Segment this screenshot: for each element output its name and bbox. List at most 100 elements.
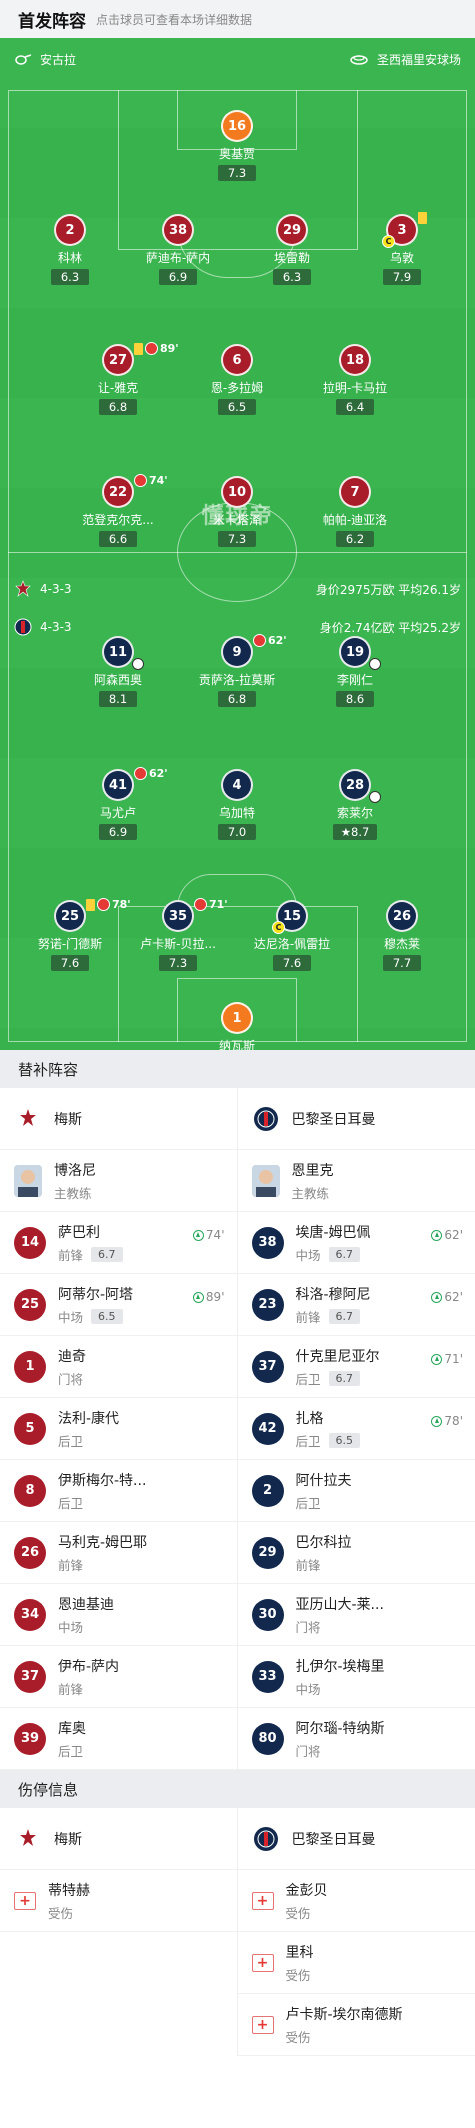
player-name: 索莱尔 (336, 806, 373, 820)
player-name: 奥基贾 (218, 147, 255, 161)
away-team-header[interactable]: 巴黎圣日耳曼 (237, 1088, 475, 1150)
injured-player-row[interactable]: + 蒂特赫 受伤 (0, 1870, 237, 1932)
sub-in-minute: 62' (431, 1290, 463, 1304)
sub-player-row[interactable]: 38 埃唐-姆巴佩 中场 6.7 62' (237, 1212, 475, 1274)
player-away-19[interactable]: 19 李刚仁 8.6 (300, 636, 410, 707)
sub-player-row[interactable]: 39 库奥 后卫 (0, 1708, 237, 1770)
sub-player-row[interactable]: 26 马利克-姆巴耶 前锋 (0, 1522, 237, 1584)
sub-jersey-number: 37 (251, 1350, 284, 1383)
sub-player-row[interactable]: 29 巴尔科拉 前锋 (237, 1522, 475, 1584)
sub-player-row[interactable]: 37 伊布-萨内 前锋 (0, 1646, 237, 1708)
home-formation: 4-3-3 (40, 582, 72, 596)
jersey-number: 27 89' (102, 342, 179, 376)
sub-jersey-number: 25 (14, 1288, 46, 1321)
team-name: 巴黎圣日耳曼 (291, 1831, 376, 1848)
sub-player-position: 后卫 6.5 (296, 1431, 361, 1450)
player-away-25[interactable]: 25 78' 努诺-门德斯 7.6 (15, 898, 131, 971)
yellow-card-icon (418, 212, 427, 224)
yellow-card-icon (86, 898, 95, 911)
yellow-card-icon (134, 342, 143, 355)
player-away-1[interactable]: 1纳瓦斯7.1 (182, 1002, 292, 1050)
sub-player-rating: 6.7 (328, 1308, 361, 1324)
player-home-38[interactable]: 38 萨迪布-萨内 6.9 (123, 214, 233, 285)
sub-player-row[interactable]: 37 什克里尼亚尔 后卫 6.7 71' (237, 1336, 475, 1398)
sub-jersey-number: 80 (251, 1722, 284, 1755)
metz-badge-icon (14, 1825, 42, 1853)
sub-player-name: 阿尔瑙-特纳斯 (295, 1720, 385, 1737)
player-home-6[interactable]: 6 恩-多拉姆 6.5 (182, 344, 292, 415)
subs-section-title: 替补阵容 (0, 1050, 475, 1088)
player-rating: 8.6 (336, 691, 374, 707)
away-coach-row[interactable]: 恩里克 主教练 (237, 1150, 475, 1212)
player-name: 米卡塔泽 (212, 513, 261, 527)
player-name: 帕帕-迪亚洛 (322, 513, 388, 527)
injured-player-row[interactable]: + 里科 受伤 (237, 1932, 475, 1994)
sub-player-row[interactable]: 23 科洛-穆阿尼 前锋 6.7 62' (237, 1274, 475, 1336)
away-team-header[interactable]: 巴黎圣日耳曼 (237, 1808, 475, 1870)
player-name: 达尼洛-佩雷拉 (253, 937, 331, 951)
sub-player-name: 迪奇 (58, 1348, 86, 1365)
player-away-28[interactable]: 28 索莱尔 ★8.7 (300, 769, 410, 840)
sub-player-row[interactable]: 42 扎格 后卫 6.5 78' (237, 1398, 475, 1460)
player-name: 阿森西奥 (93, 673, 142, 687)
jersey-number: 35 71' (162, 898, 228, 932)
sub-jersey-number: 42 (251, 1412, 284, 1445)
sub-player-name: 阿什拉夫 (295, 1472, 352, 1489)
sub-player-rating: 6.7 (91, 1246, 123, 1262)
player-rating: 7.0 (218, 824, 256, 840)
sub-player-row[interactable]: 2 阿什拉夫 后卫 (237, 1460, 475, 1522)
sub-player-row[interactable]: 5 法利-康代 后卫 (0, 1398, 237, 1460)
medical-kit-icon: + (251, 1891, 274, 1910)
coach-role: 主教练 (54, 1185, 92, 1201)
psg-badge-icon (252, 1825, 280, 1853)
sub-player-row[interactable]: 33 扎伊尔-埃梅里 中场 (237, 1646, 475, 1708)
player-home-22[interactable]: 22 74' 范登克尔克... 6.6 (63, 474, 173, 547)
player-home-18[interactable]: 18 拉明-卡马拉 6.4 (300, 344, 410, 415)
stadium-icon (350, 55, 368, 65)
sub-player-row[interactable]: 1 迪奇 门将 (0, 1336, 237, 1398)
sub-player-position: 前锋 (58, 1681, 84, 1697)
player-away-11[interactable]: 11 阿森西奥 8.1 (63, 636, 173, 707)
sub-player-row[interactable]: 25 阿蒂尔-阿塔 中场 6.5 89' (0, 1274, 237, 1336)
jersey-number: 18 (339, 344, 371, 376)
sub-player-position: 后卫 (58, 1743, 84, 1759)
player-away-35[interactable]: 35 71' 卢卡斯-贝拉... 7.3 (123, 898, 233, 971)
sub-player-row[interactable]: 34 恩迪基迪 中场 (0, 1584, 237, 1646)
sub-player-row[interactable]: 14 萨巴利 前锋 6.7 74' (0, 1212, 237, 1274)
captain-icon: C (272, 921, 285, 934)
home-coach-row[interactable]: 博洛尼 主教练 (0, 1150, 237, 1212)
player-away-41[interactable]: 41 62' 马尤卢 6.9 (63, 767, 173, 840)
home-team-header[interactable]: 梅斯 (0, 1808, 237, 1870)
injured-player-row[interactable]: + 卢卡斯-埃尔南德斯 受伤 (237, 1994, 475, 2056)
player-home-10[interactable]: 10 米卡塔泽 7.3 (182, 476, 292, 547)
player-away-15[interactable]: 15 C 达尼洛-佩雷拉 7.6 (237, 900, 347, 971)
lineup-title: 首发阵容 (18, 11, 86, 32)
player-name: 拉明-卡马拉 (322, 381, 388, 395)
sub-player-row[interactable]: 30 亚历山大-莱... 门将 (237, 1584, 475, 1646)
sub-player-name: 什克里尼亚尔 (295, 1348, 380, 1365)
home-team-header[interactable]: 梅斯 (0, 1088, 237, 1150)
player-name: 乌敦 (389, 251, 414, 265)
sub-player-position: 前锋 6.7 (58, 1245, 123, 1264)
player-home-2[interactable]: 2 科林 6.3 (15, 214, 125, 285)
medical-kit-icon: + (251, 2015, 274, 2034)
player-events: 62' (134, 767, 168, 780)
jersey-number: 16 (221, 110, 253, 142)
player-away-4[interactable]: 4 乌加特 7.0 (182, 769, 292, 840)
sub-player-row[interactable]: 8 伊斯梅尔-特... 后卫 (0, 1460, 237, 1522)
player-away-26[interactable]: 26 穆杰莱 7.7 (347, 900, 457, 971)
sub-player-position: 前锋 6.7 (296, 1307, 371, 1326)
player-home-7[interactable]: 7 帕帕-迪亚洛 6.2 (300, 476, 410, 547)
injured-player-row[interactable]: + 金彭贝 受伤 (237, 1870, 475, 1932)
player-home-3[interactable]: 3 C 乌敦 7.9 (347, 212, 457, 285)
player-rating: 6.9 (159, 269, 197, 285)
player-away-9[interactable]: 9 62' 贡萨洛-拉莫斯 6.8 (182, 634, 292, 707)
player-home-27[interactable]: 27 89' 让-雅克 6.8 (63, 342, 179, 415)
player-home-29[interactable]: 29 埃雷勒 6.3 (237, 214, 347, 285)
sub-out-minute: 89' (160, 342, 179, 355)
sub-player-position: 中场 (295, 1681, 321, 1697)
sub-out-icon (97, 898, 110, 911)
player-home-16[interactable]: 16 奥基贾 7.3 (182, 110, 292, 181)
sub-out-icon (194, 898, 207, 911)
sub-player-row[interactable]: 80 阿尔瑙-特纳斯 门将 (237, 1708, 475, 1770)
